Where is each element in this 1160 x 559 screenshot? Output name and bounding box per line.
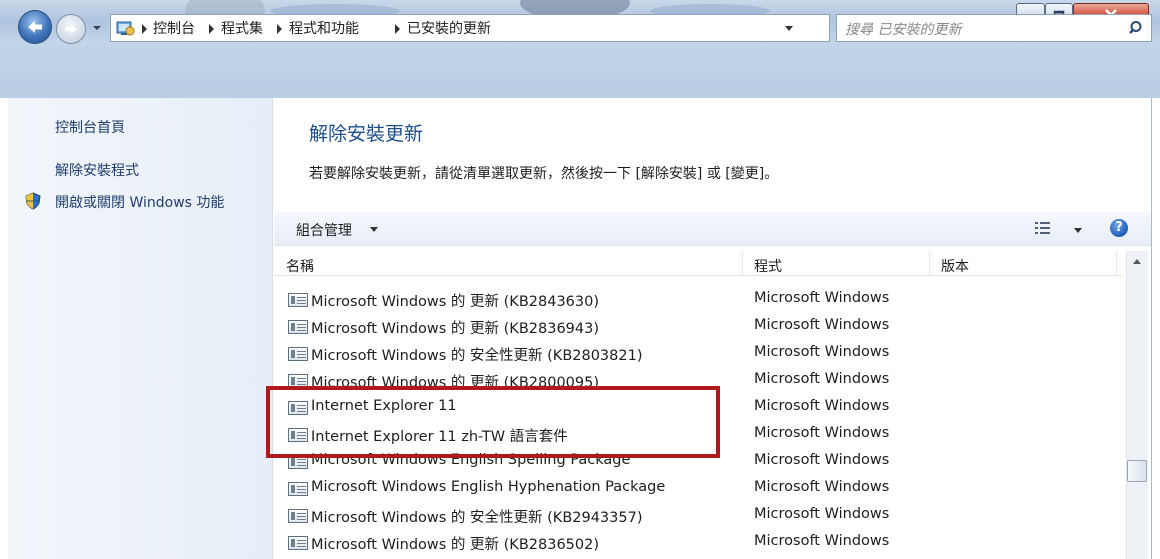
control-panel-icon [116, 21, 135, 36]
views-icon[interactable] [1035, 221, 1051, 235]
breadcrumb-control-panel[interactable]: 控制台 [153, 18, 195, 38]
address-bar[interactable]: 控制台 程式集 程式和功能 已安裝的更新 [110, 14, 927, 42]
column-divider[interactable] [929, 251, 930, 275]
row-program: Microsoft Windows [754, 425, 890, 441]
column-divider[interactable] [742, 251, 743, 275]
update-icon [288, 293, 308, 307]
update-icon [288, 509, 308, 523]
search-icon[interactable] [1129, 20, 1145, 36]
instruction-text: 若要解除安裝更新，請從清單選取更新，然後按一下 [解除安裝] 或 [變更]。 [309, 166, 779, 182]
breadcrumb-separator-icon[interactable] [277, 24, 282, 34]
page-title: 解除安裝更新 [309, 123, 424, 145]
search-placeholder: 搜尋 已安裝的更新 [845, 22, 962, 38]
row-program: Microsoft Windows [754, 398, 890, 414]
row-program: Microsoft Windows [754, 479, 890, 495]
navigation-bar [0, 42, 1160, 98]
column-divider[interactable] [1116, 251, 1117, 275]
link-control-panel-home[interactable]: 控制台首頁 [55, 117, 125, 137]
breadcrumb-programs[interactable]: 程式集 [221, 18, 263, 38]
scrollbar-thumb[interactable] [1127, 460, 1147, 482]
command-bar [274, 212, 1151, 246]
row-program: Microsoft Windows [754, 371, 890, 387]
search-field[interactable]: 搜尋 已安裝的更新 [836, 14, 1152, 42]
row-program: Microsoft Windows [754, 290, 890, 306]
breadcrumb-separator-icon[interactable] [395, 24, 400, 34]
breadcrumb-separator-icon[interactable] [142, 24, 147, 34]
forward-button[interactable] [56, 14, 86, 44]
vertical-scrollbar[interactable] [1126, 251, 1148, 559]
column-header-row [274, 250, 1122, 276]
column-header-name[interactable]: 名稱 [286, 256, 314, 276]
row-name[interactable]: Microsoft Windows 的 更新 (KB2843630) [311, 290, 599, 311]
organize-button[interactable]: 組合管理 [296, 220, 352, 240]
column-header-version[interactable]: 版本 [941, 256, 969, 276]
column-header-program[interactable]: 程式 [754, 256, 782, 276]
scroll-up-arrow-icon[interactable] [1133, 259, 1141, 264]
breadcrumb-programs-features[interactable]: 程式和功能 [289, 18, 359, 38]
row-program: Microsoft Windows [754, 533, 890, 549]
row-program: Microsoft Windows [754, 317, 890, 333]
row-name[interactable]: Microsoft Windows 的 安全性更新 (KB2803821) [311, 344, 643, 365]
shield-icon [25, 192, 41, 210]
row-program: Microsoft Windows [754, 506, 890, 522]
update-icon [288, 536, 308, 550]
row-program: Microsoft Windows [754, 452, 890, 468]
address-history-chevron-icon[interactable] [785, 26, 793, 31]
forward-arrow-icon [65, 24, 77, 34]
link-windows-features[interactable]: 開啟或關閉 Windows 功能 [55, 192, 224, 212]
highlight-box [266, 386, 720, 458]
row-name[interactable]: Microsoft Windows 的 安全性更新 (KB2943357) [311, 506, 643, 527]
row-name[interactable]: Microsoft Windows 的 更新 (KB2836502) [311, 533, 599, 554]
left-navigation-pane [8, 98, 273, 559]
link-uninstall-program[interactable]: 解除安裝程式 [55, 160, 139, 180]
back-button[interactable] [18, 10, 52, 44]
help-icon[interactable]: ? [1110, 219, 1128, 237]
views-chevron-icon[interactable] [1074, 228, 1082, 233]
update-icon [288, 347, 308, 361]
update-icon [288, 320, 308, 334]
back-arrow-icon [28, 21, 42, 33]
row-program: Microsoft Windows [754, 344, 890, 360]
organize-chevron-icon[interactable] [370, 227, 378, 232]
breadcrumb-installed-updates[interactable]: 已安裝的更新 [407, 18, 491, 38]
row-name[interactable]: Microsoft Windows 的 更新 (KB2836943) [311, 317, 599, 338]
update-icon [288, 482, 308, 496]
row-name[interactable]: Microsoft Windows English Hyphenation Pa… [311, 479, 665, 495]
recent-pages-chevron-icon[interactable] [92, 24, 102, 32]
breadcrumb-separator-icon[interactable] [209, 24, 214, 34]
